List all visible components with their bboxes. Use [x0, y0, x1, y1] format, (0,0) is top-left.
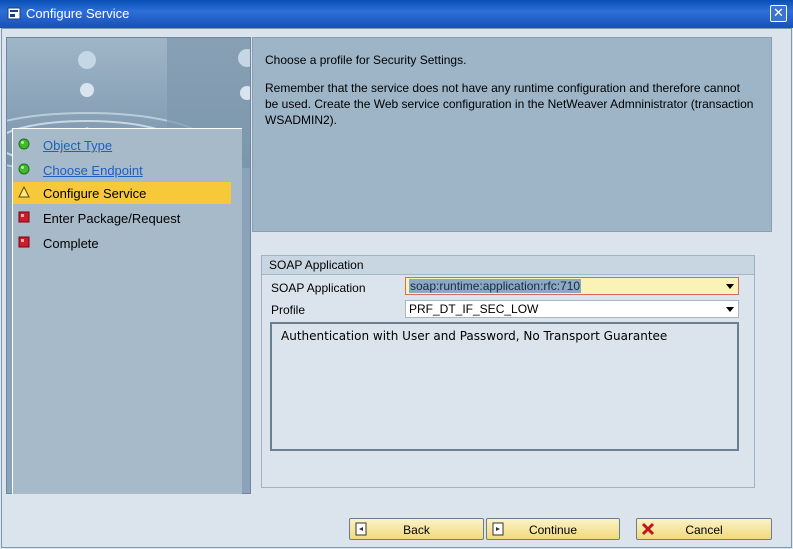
- warning-triangle-icon: [18, 186, 30, 198]
- green-circle-icon: [18, 163, 30, 175]
- soap-application-dropdown[interactable]: soap:runtime:application:rfc:710: [405, 277, 739, 295]
- step-complete: Complete: [13, 232, 231, 254]
- window-icon: [7, 7, 21, 20]
- profile-value: PRF_DT_IF_SEC_LOW: [409, 302, 539, 316]
- window-title: Configure Service: [26, 6, 130, 21]
- close-button[interactable]: ✕: [770, 5, 787, 22]
- step-choose-endpoint[interactable]: Choose Endpoint: [13, 159, 231, 181]
- profile-dropdown[interactable]: PRF_DT_IF_SEC_LOW: [405, 300, 739, 318]
- continue-label[interactable]: Continue: [487, 523, 619, 537]
- cancel-label[interactable]: Cancel: [637, 523, 771, 537]
- wizard-steps: Object Type Choose Endpoint Configure Se…: [12, 128, 242, 494]
- title-bar: Configure Service ✕: [0, 0, 793, 28]
- step-label[interactable]: Object Type: [43, 138, 112, 153]
- soap-application-label: SOAP Application: [271, 281, 366, 295]
- red-square-icon: [18, 236, 30, 248]
- soap-application-value: soap:runtime:application:rfc:710: [409, 279, 582, 293]
- green-circle-icon: [18, 138, 30, 150]
- red-square-icon: [18, 211, 30, 223]
- step-label: Enter Package/Request: [43, 211, 181, 226]
- step-label: Configure Service: [43, 186, 147, 201]
- chevron-down-icon[interactable]: [726, 307, 734, 312]
- step-label: Complete: [43, 236, 99, 251]
- profile-description: Authentication with User and Password, N…: [281, 329, 668, 343]
- step-object-type[interactable]: Object Type: [13, 134, 231, 156]
- continue-button[interactable]: Continue: [486, 518, 620, 540]
- step-enter-package: Enter Package/Request: [13, 207, 231, 229]
- cancel-button[interactable]: Cancel: [636, 518, 772, 540]
- chevron-down-icon[interactable]: [726, 284, 734, 289]
- group-header: SOAP Application: [262, 256, 754, 275]
- message-line-1: Choose a profile for Security Settings.: [265, 53, 467, 67]
- back-label[interactable]: Back: [350, 523, 483, 537]
- profile-description-box: Authentication with User and Password, N…: [270, 322, 739, 451]
- back-button[interactable]: Back: [349, 518, 484, 540]
- group-title: SOAP Application: [269, 258, 364, 272]
- step-label[interactable]: Choose Endpoint: [43, 163, 143, 178]
- message-line-2: Remember that the service does not have …: [265, 81, 754, 127]
- message-text: Choose a profile for Security Settings. …: [265, 52, 755, 140]
- profile-label: Profile: [271, 303, 306, 317]
- step-configure-service: Configure Service: [13, 182, 231, 204]
